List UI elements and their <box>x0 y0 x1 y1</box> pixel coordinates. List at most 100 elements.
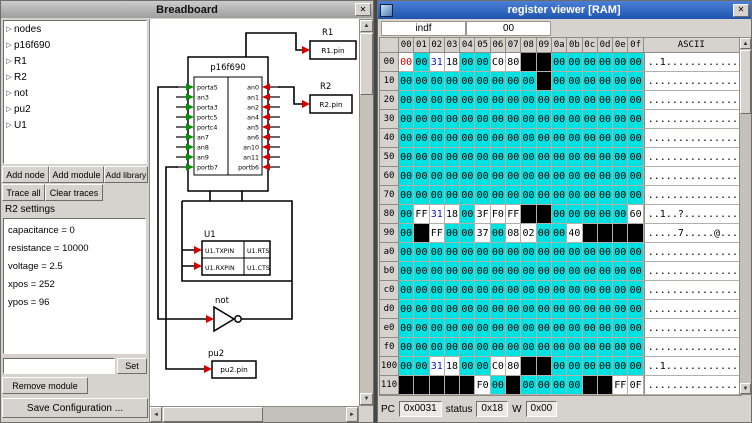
ram-cell[interactable]: 00 <box>399 148 414 167</box>
ram-cell[interactable]: 00 <box>628 319 643 338</box>
ram-cell[interactable]: 00 <box>567 91 582 110</box>
ram-cell[interactable]: 00 <box>567 53 582 72</box>
horizontal-scrollbar[interactable]: ◄ ► <box>149 406 359 423</box>
ram-cell[interactable]: 00 <box>537 110 552 129</box>
ram-cell[interactable]: 00 <box>430 91 445 110</box>
expander-icon[interactable]: ▷ <box>4 121 14 129</box>
ram-cell[interactable]: 00 <box>613 281 628 300</box>
ram-cell[interactable]: 00 <box>567 300 582 319</box>
scroll-down-icon[interactable]: ▼ <box>360 393 373 405</box>
scroll-up-icon[interactable]: ▲ <box>360 20 373 32</box>
scrollbar-thumb[interactable] <box>360 33 373 95</box>
selected-register-name[interactable]: indf <box>381 21 466 36</box>
ram-cell[interactable] <box>537 357 552 376</box>
ram-cell[interactable] <box>399 376 414 395</box>
ram-cell[interactable]: 00 <box>567 110 582 129</box>
ram-cell[interactable]: 00 <box>613 262 628 281</box>
ram-cell[interactable]: 00 <box>552 376 567 395</box>
ram-cell[interactable]: 00 <box>475 357 490 376</box>
ram-cell[interactable]: 00 <box>399 281 414 300</box>
ram-cell[interactable]: 00 <box>598 53 613 72</box>
ram-cell[interactable]: 00 <box>414 129 429 148</box>
ram-cell[interactable]: 00 <box>399 91 414 110</box>
ram-cell[interactable]: 00 <box>552 148 567 167</box>
ram-cell[interactable]: 00 <box>628 129 643 148</box>
ram-cell[interactable]: 00 <box>491 167 506 186</box>
ram-cell[interactable]: 00 <box>521 300 536 319</box>
ram-cell[interactable]: 00 <box>491 281 506 300</box>
ram-cell[interactable]: 3F <box>475 205 490 224</box>
ram-cell[interactable]: 00 <box>430 167 445 186</box>
ram-cell[interactable]: 00 <box>567 357 582 376</box>
ram-cell[interactable]: 00 <box>460 91 475 110</box>
ram-cell[interactable]: 00 <box>414 167 429 186</box>
ram-cell[interactable]: 00 <box>430 281 445 300</box>
ram-cell[interactable]: 00 <box>445 167 460 186</box>
scroll-down-icon[interactable]: ▼ <box>740 383 751 394</box>
close-icon[interactable]: ✕ <box>733 4 749 17</box>
ram-cell[interactable]: 00 <box>475 53 490 72</box>
ram-cell[interactable]: 00 <box>445 148 460 167</box>
ram-cell[interactable]: 00 <box>613 186 628 205</box>
ram-cell[interactable]: 00 <box>414 53 429 72</box>
ram-cell[interactable]: 00 <box>598 357 613 376</box>
ram-cell[interactable]: 00 <box>567 338 582 357</box>
ram-cell[interactable]: 00 <box>521 262 536 281</box>
add-node-button[interactable]: Add node <box>2 166 49 183</box>
set-button[interactable]: Set <box>117 358 147 374</box>
ram-cell[interactable]: 00 <box>613 129 628 148</box>
ram-cell[interactable]: 00 <box>598 72 613 91</box>
scroll-left-icon[interactable]: ◄ <box>150 407 162 422</box>
ram-cell[interactable]: 00 <box>598 129 613 148</box>
breadboard-titlebar[interactable]: Breadboard ✕ <box>1 1 373 18</box>
ram-cell[interactable]: FF <box>430 224 445 243</box>
ram-cell[interactable]: 00 <box>613 357 628 376</box>
ram-cell[interactable]: 00 <box>491 186 506 205</box>
ram-cell[interactable]: 00 <box>628 300 643 319</box>
ram-cell[interactable]: 00 <box>537 167 552 186</box>
ram-cell[interactable]: 00 <box>567 319 582 338</box>
ram-cell[interactable]: 00 <box>552 205 567 224</box>
ram-cell[interactable] <box>414 224 429 243</box>
ram-cell[interactable]: 00 <box>537 300 552 319</box>
ram-cell[interactable]: 00 <box>583 205 598 224</box>
ram-cell[interactable]: 00 <box>567 205 582 224</box>
ram-cell[interactable]: 00 <box>399 205 414 224</box>
clear-traces-button[interactable]: Clear traces <box>45 184 103 201</box>
ram-cell[interactable]: F0 <box>491 205 506 224</box>
ram-cell[interactable]: 00 <box>628 357 643 376</box>
ram-cell[interactable]: 00 <box>628 72 643 91</box>
ram-cell[interactable]: 00 <box>475 91 490 110</box>
ram-cell[interactable]: 00 <box>475 186 490 205</box>
selected-register-value[interactable]: 00 <box>466 21 551 36</box>
ram-cell[interactable]: 00 <box>460 72 475 91</box>
ram-cell[interactable]: 00 <box>583 319 598 338</box>
scrollbar-thumb[interactable] <box>163 407 263 422</box>
ram-cell[interactable]: 00 <box>460 281 475 300</box>
ram-cell[interactable]: 80 <box>506 53 521 72</box>
ram-cell[interactable]: 00 <box>414 243 429 262</box>
expander-icon[interactable]: ▷ <box>4 105 14 113</box>
trace-all-button[interactable]: Trace all <box>2 184 45 201</box>
ram-cell[interactable]: 00 <box>521 91 536 110</box>
ram-cell[interactable]: 00 <box>399 53 414 72</box>
tree-item-pu2[interactable]: ▷pu2 <box>4 101 146 117</box>
register-viewer-titlebar[interactable]: register viewer [RAM] ✕ <box>378 1 751 19</box>
ram-cell[interactable] <box>521 357 536 376</box>
ram-cell[interactable]: 00 <box>491 300 506 319</box>
ram-cell[interactable] <box>445 376 460 395</box>
ram-cell[interactable]: 00 <box>552 72 567 91</box>
ram-cell[interactable]: 00 <box>583 167 598 186</box>
ram-cell[interactable]: 00 <box>598 300 613 319</box>
ram-cell[interactable]: C0 <box>491 53 506 72</box>
ram-cell[interactable]: 00 <box>399 186 414 205</box>
ram-cell[interactable]: 00 <box>414 281 429 300</box>
ram-cell[interactable]: 00 <box>430 110 445 129</box>
ram-cell[interactable]: 00 <box>537 91 552 110</box>
ram-cell[interactable]: 00 <box>583 243 598 262</box>
ram-cell[interactable]: 00 <box>491 243 506 262</box>
ram-cell[interactable]: 00 <box>414 148 429 167</box>
ram-cell[interactable] <box>583 224 598 243</box>
ram-cell[interactable]: 00 <box>506 148 521 167</box>
ram-cell[interactable]: 00 <box>567 72 582 91</box>
